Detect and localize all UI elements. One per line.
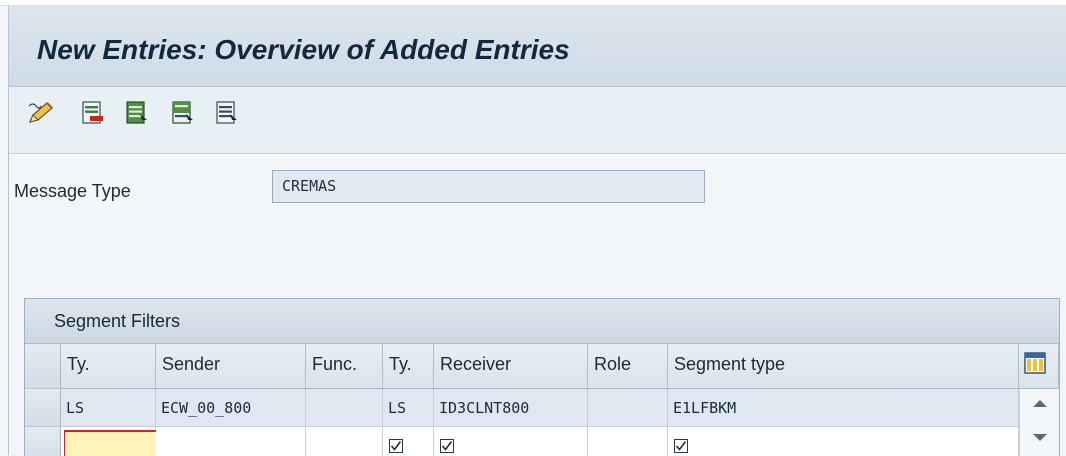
table-cell-receiver[interactable]: ID3CLNT800	[434, 389, 588, 427]
select-all-icon[interactable]	[125, 100, 151, 126]
scroll-up-icon[interactable]	[1033, 400, 1047, 407]
column-header-function[interactable]: Func.	[306, 344, 383, 389]
page-title: New Entries: Overview of Added Entries	[37, 34, 570, 65]
column-header-receiver[interactable]: Receiver	[434, 344, 588, 389]
segment-type-input[interactable]	[668, 427, 1019, 456]
receiver-input[interactable]	[434, 427, 588, 456]
select-block-icon[interactable]	[171, 100, 197, 126]
message-type-label: Message Type	[14, 181, 131, 201]
vertical-scrollbar[interactable]	[1019, 389, 1059, 456]
application-toolbar	[9, 87, 1066, 154]
message-type-field: CREMAS	[272, 170, 705, 203]
sender-type-input-cell	[61, 427, 157, 456]
scroll-down-icon[interactable]	[1033, 434, 1047, 441]
select-all-rows-button[interactable]	[25, 344, 61, 389]
deselect-all-icon[interactable]	[215, 100, 241, 126]
row-selector[interactable]	[25, 427, 61, 456]
column-header-sender-type[interactable]: Ty.	[61, 344, 156, 389]
delete-row-icon[interactable]	[81, 100, 107, 126]
segment-filters-table: Segment Filters Ty. Sender Func. Ty. Rec…	[24, 298, 1060, 456]
table-cell-function[interactable]	[306, 389, 383, 427]
table-cell-sender[interactable]: ECW_00_800	[156, 389, 306, 427]
table-cell-receiver-type[interactable]: LS	[383, 389, 434, 427]
checkbox-icon[interactable]	[674, 439, 688, 453]
sender-type-input[interactable]	[64, 430, 157, 456]
edit-pencil-icon[interactable]	[27, 100, 53, 126]
column-header-segment-type[interactable]: Segment type	[668, 344, 1019, 389]
receiver-type-input[interactable]	[383, 427, 434, 456]
table-cell-role[interactable]	[588, 389, 668, 427]
table-cell-sender-type[interactable]: LS	[61, 389, 156, 427]
row-selector[interactable]	[25, 389, 61, 427]
title-bar: New Entries: Overview of Added Entries	[9, 6, 1066, 87]
column-header-role[interactable]: Role	[588, 344, 668, 389]
table-cell-segment-type[interactable]: E1LFBKM	[668, 389, 1019, 427]
column-header-receiver-type[interactable]: Ty.	[383, 344, 434, 389]
column-header-sender[interactable]: Sender	[156, 344, 306, 389]
role-input[interactable]	[588, 427, 668, 456]
table-title-bar: Segment Filters	[25, 299, 1059, 344]
checkbox-icon[interactable]	[389, 439, 403, 453]
function-input[interactable]	[306, 427, 383, 456]
checkbox-icon[interactable]	[440, 439, 454, 453]
column-settings-icon[interactable]	[1023, 351, 1047, 375]
table-title: Segment Filters	[54, 311, 181, 331]
sender-input[interactable]	[156, 427, 306, 456]
